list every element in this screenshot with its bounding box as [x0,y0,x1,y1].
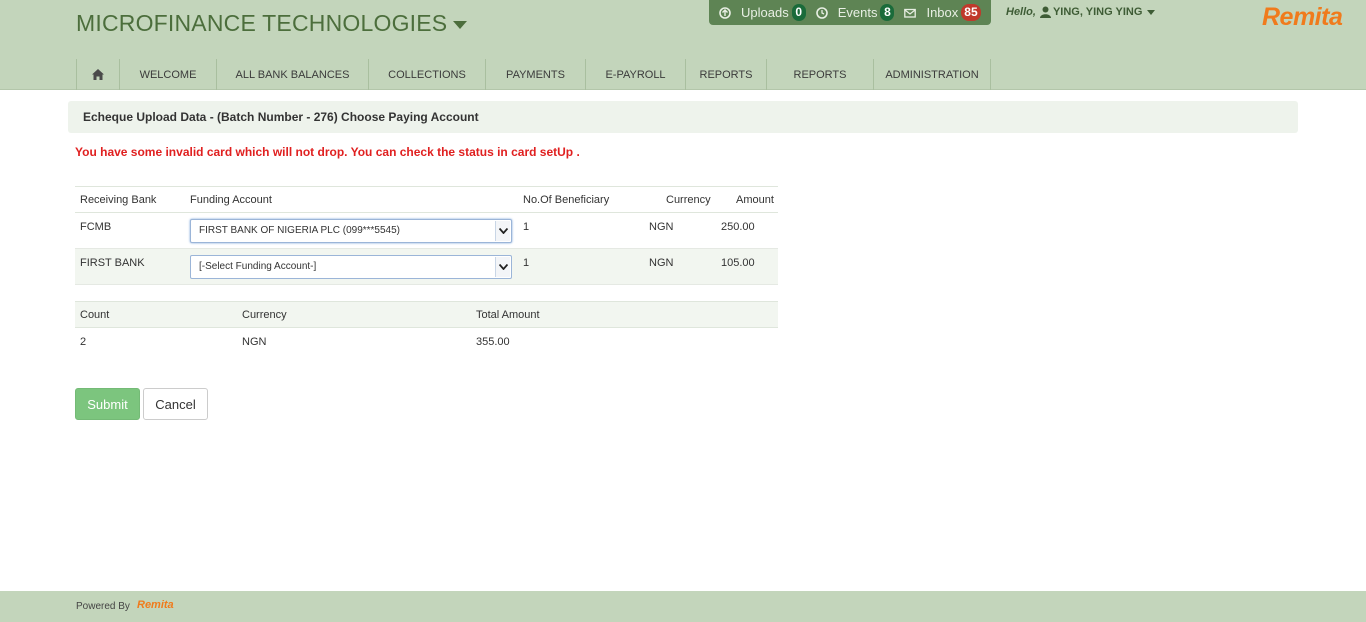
error-message: You have some invalid card which will no… [75,145,580,159]
funding-account-select[interactable]: FIRST BANK OF NIGERIA PLC (099***5545) [190,219,512,243]
selected-account: [-Select Funding Account-] [199,261,317,272]
inbox-count-badge: 85 [961,4,981,21]
nav-reports[interactable]: REPORTS [685,59,766,90]
chevron-down-icon [1147,9,1156,15]
selected-account: FIRST BANK OF NIGERIA PLC (099***5545) [199,225,401,236]
nav-welcome[interactable]: WELCOME [119,59,216,90]
powered-by-text: Powered By [76,601,130,612]
nav-payments[interactable]: PAYMENTS [485,59,585,90]
events-label: Events [837,5,878,20]
top-header: MICROFINANCE TECHNOLOGIES Uploads 0 Even… [0,0,1366,90]
user-icon [1039,6,1051,18]
currency: NGN [649,221,674,233]
beneficiary-count: 1 [523,257,530,269]
table-row: FCMB FIRST BANK OF NIGERIA PLC (099***55… [75,213,778,249]
column-header: No.Of Beneficiary [523,194,610,206]
inbox-link[interactable]: Inbox 85 [904,4,981,21]
brand-dropdown[interactable]: MICROFINANCE TECHNOLOGIES [76,10,468,37]
clock-icon [815,6,828,19]
home-icon [92,69,104,80]
user-name: YING, YING YING [1052,6,1143,18]
nav-reports-2[interactable]: REPORTS [766,59,873,90]
submit-button[interactable]: Submit [75,388,140,420]
receiving-bank: FIRST BANK [80,257,145,269]
remita-logo: Remita [1262,3,1343,31]
footer-remita-logo: Remita [137,599,174,611]
page-title: Echeque Upload Data - (Batch Number - 27… [83,110,479,124]
column-header: Currency [666,194,711,206]
column-header: Amount [736,194,774,206]
currency: NGN [649,257,674,269]
column-header: Receiving Bank [80,194,157,206]
chevron-down-icon [495,257,510,277]
summary-table: Count Currency Total Amount 2 NGN 355.00 [75,301,778,356]
footer: Powered By Remita [0,591,1366,622]
column-header: Total Amount [476,309,540,321]
nav-all-bank-balances[interactable]: ALL BANK BALANCES [216,59,368,90]
table-row: FIRST BANK [-Select Funding Account-] 1 … [75,249,778,285]
table-header-row: Receiving Bank Funding Account No.Of Ben… [75,186,778,213]
hello-text: Hello, [1006,6,1036,18]
uploads-count-badge: 0 [791,4,806,21]
funding-table: Receiving Bank Funding Account No.Of Ben… [75,186,778,285]
upload-circle-icon [719,6,731,19]
column-header: Count [80,309,110,321]
total-currency: NGN [242,336,267,348]
total-count: 2 [80,336,87,348]
nav-collections[interactable]: COLLECTIONS [368,59,485,90]
chevron-down-icon [495,221,510,241]
amount: 105.00 [721,257,755,269]
cancel-button[interactable]: Cancel [143,388,208,420]
total-amount: 355.00 [476,336,510,348]
nav-e-payroll[interactable]: E-PAYROLL [585,59,685,90]
funding-account-select[interactable]: [-Select Funding Account-] [190,255,512,279]
nav-home[interactable] [76,59,119,90]
envelope-icon [904,8,917,18]
uploads-label: Uploads [741,5,789,20]
page-title-bar: Echeque Upload Data - (Batch Number - 27… [68,101,1298,133]
column-header: Currency [242,309,287,321]
receiving-bank: FCMB [80,221,112,233]
amount: 250.00 [721,221,755,233]
user-menu[interactable]: Hello, YING, YING YING [1006,6,1156,18]
uploads-link[interactable]: Uploads 0 [719,4,806,21]
inbox-label: Inbox [926,5,959,20]
chevron-down-icon [453,20,468,29]
notification-bar: Uploads 0 Events 8 Inbox 85 [709,0,991,25]
column-header: Funding Account [190,194,272,206]
nav-administration[interactable]: ADMINISTRATION [873,59,991,90]
main-nav: WELCOME ALL BANK BALANCES COLLECTIONS PA… [76,59,991,90]
beneficiary-count: 1 [523,221,530,233]
table-header-row: Count Currency Total Amount [75,301,778,328]
events-link[interactable]: Events 8 [815,4,895,21]
table-row: 2 NGN 355.00 [75,328,778,356]
brand-title: MICROFINANCE TECHNOLOGIES [76,10,448,36]
events-count-badge: 8 [880,4,895,21]
